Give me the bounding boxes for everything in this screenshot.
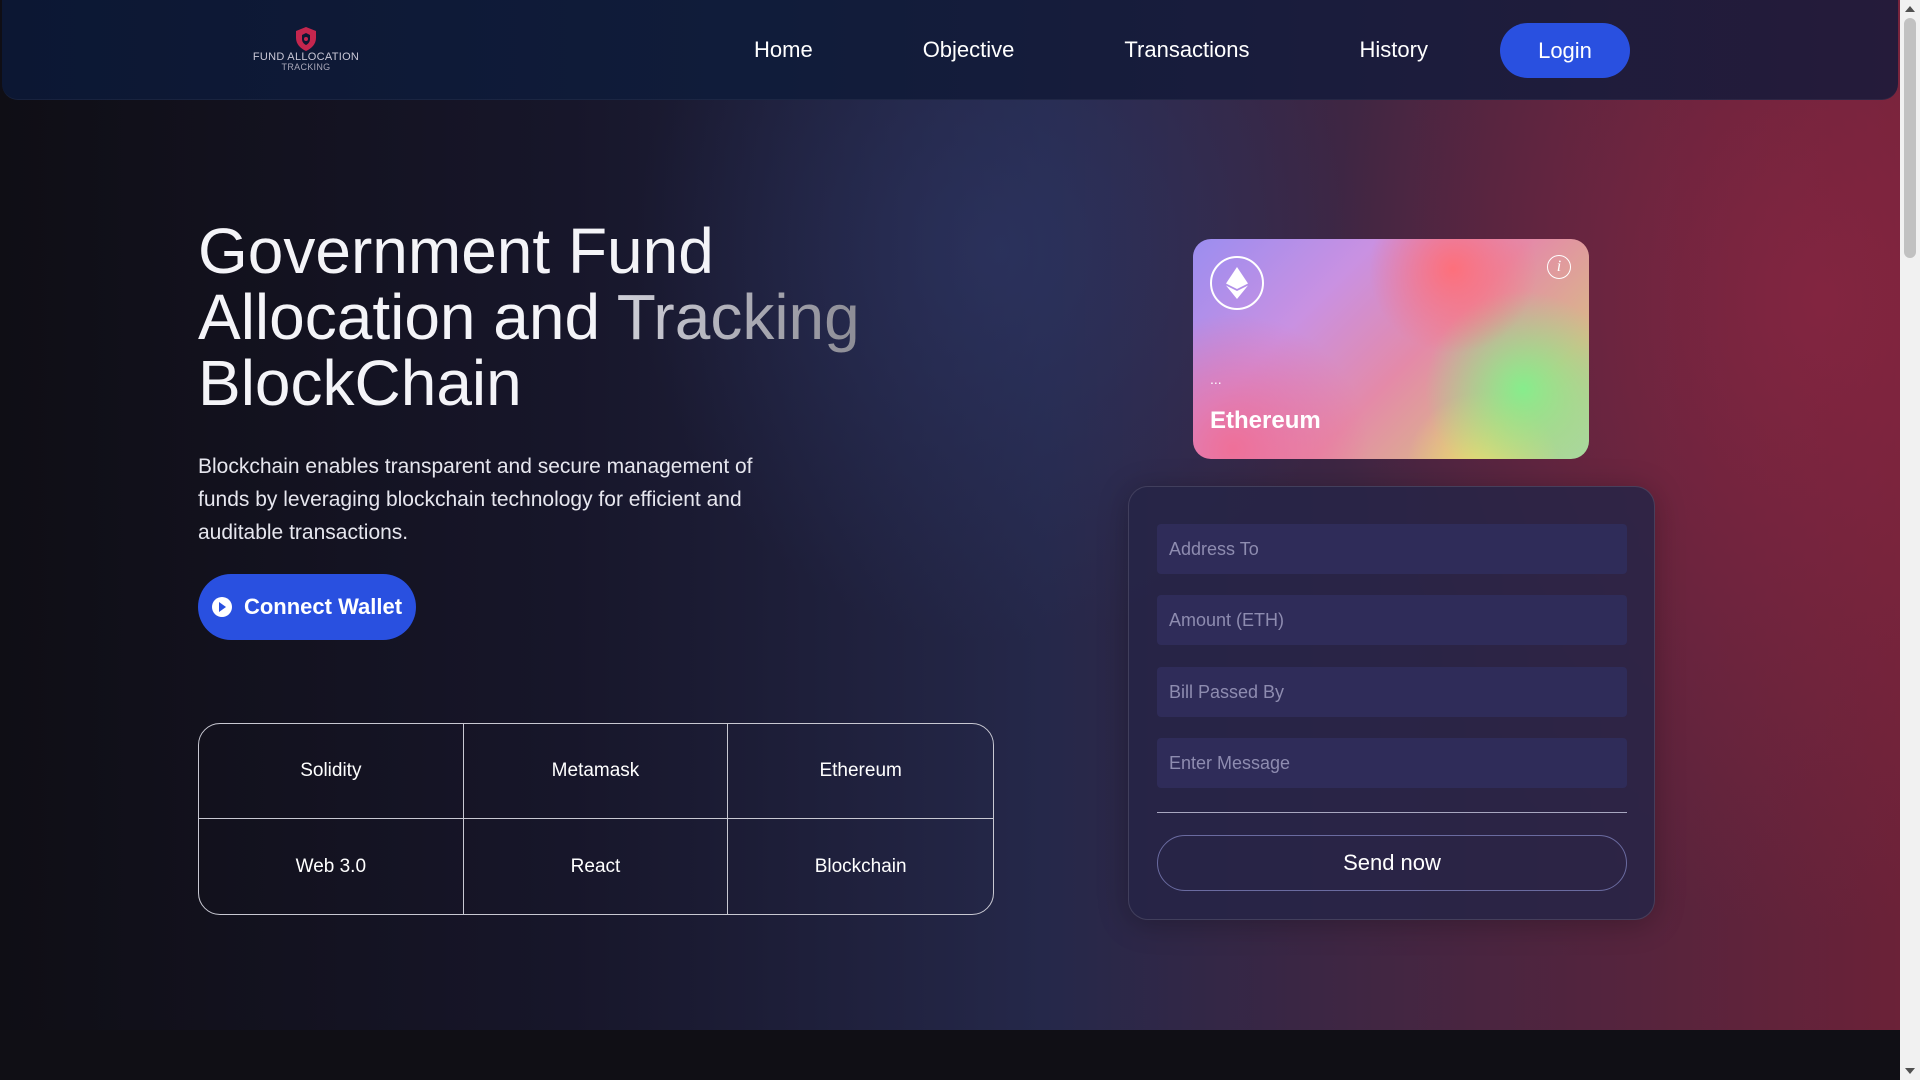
tech-grid: Solidity Metamask Ethereum Web 3.0 React… — [198, 723, 994, 915]
connect-wallet-button[interactable]: Connect Wallet — [198, 574, 416, 640]
nav-links: Home Objective Transactions History — [754, 24, 1428, 76]
page-scrollbar[interactable] — [1900, 0, 1920, 1080]
hero-title: Government Fund Allocation and Tracking B… — [198, 218, 958, 416]
info-icon[interactable]: i — [1547, 255, 1571, 279]
nav-history[interactable]: History — [1360, 37, 1428, 63]
message-input[interactable] — [1157, 738, 1627, 788]
ethereum-card: i ... Ethereum — [1193, 239, 1589, 459]
brand-logo[interactable]: FUND ALLOCATION TRACKING — [248, 26, 364, 74]
card-label: Ethereum — [1210, 407, 1321, 434]
nav-home[interactable]: Home — [754, 37, 813, 63]
page: FUND ALLOCATION TRACKING Home Objective … — [0, 0, 1900, 1080]
tech-item-blockchain: Blockchain — [814, 855, 907, 877]
tech-item-web3: Web 3.0 — [199, 819, 464, 914]
tech-item-ethereum: Ethereum — [728, 724, 993, 819]
play-icon — [211, 597, 232, 617]
ethereum-glyph — [1226, 267, 1248, 299]
hero-subtitle: Blockchain enables transparent and secur… — [198, 455, 753, 544]
scroll-thumb[interactable] — [1904, 18, 1916, 258]
tech-item-solidity: Solidity — [199, 724, 464, 819]
logo-subtext: TRACKING — [281, 62, 331, 72]
login-button[interactable]: Login — [1500, 23, 1630, 78]
logo-text: FUND ALLOCATION — [252, 51, 360, 63]
shield-icon — [296, 27, 316, 51]
amount-input[interactable] — [1157, 595, 1627, 645]
tech-item-react: React — [464, 819, 729, 914]
page-bottom-band — [0, 1030, 1900, 1080]
navbar: FUND ALLOCATION TRACKING Home Objective … — [2, 0, 1898, 100]
hero-title-end: BlockChain — [198, 347, 522, 419]
address-to-input[interactable] — [1157, 524, 1627, 574]
card-address: ... — [1210, 371, 1222, 387]
ethereum-icon — [1210, 256, 1264, 310]
scroll-down-icon[interactable] — [1905, 1068, 1915, 1074]
bill-passed-by-input[interactable] — [1157, 667, 1627, 717]
connect-wallet-label: Connect Wallet — [243, 594, 403, 619]
transfer-form: Send now — [1128, 486, 1655, 920]
hero-title-fade: Tracking — [616, 281, 860, 353]
form-divider — [1157, 812, 1627, 813]
tech-item-metamask: Metamask — [463, 724, 729, 819]
nav-objective[interactable]: Objective — [923, 37, 1015, 63]
send-now-button[interactable]: Send now — [1157, 835, 1627, 891]
nav-transactions[interactable]: Transactions — [1124, 37, 1249, 63]
scroll-up-icon[interactable] — [1905, 6, 1915, 12]
